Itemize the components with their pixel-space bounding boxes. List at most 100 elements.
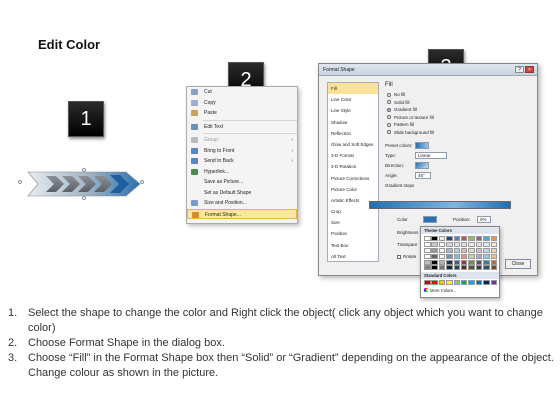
category-item[interactable]: Picture Color [328, 184, 378, 195]
color-swatch[interactable] [446, 236, 453, 241]
color-swatch[interactable] [424, 236, 431, 241]
chevron-shape[interactable] [18, 166, 144, 202]
color-swatch[interactable] [424, 280, 431, 286]
color-swatch[interactable] [475, 236, 483, 241]
color-swatch[interactable] [424, 241, 431, 247]
menu-item-cut[interactable]: Cut [187, 87, 297, 98]
color-swatch[interactable] [475, 241, 483, 247]
color-swatch[interactable] [490, 265, 498, 271]
menu-item-bring-to-front[interactable]: Bring to Front › [187, 146, 297, 157]
menu-item-paste[interactable]: Paste [187, 108, 297, 119]
color-swatch[interactable] [424, 259, 431, 265]
close-icon[interactable]: × [525, 66, 534, 73]
menu-item-hyperlink[interactable]: Hyperlink... [187, 167, 297, 178]
menu-item-format-shape[interactable]: Format Shape... [187, 208, 297, 219]
color-swatch[interactable] [453, 265, 461, 271]
category-item[interactable]: 3-D Rotation [328, 161, 378, 172]
color-swatch[interactable] [475, 253, 483, 259]
help-button[interactable]: ? [515, 66, 524, 73]
color-swatch[interactable] [468, 247, 475, 253]
color-swatch[interactable] [483, 253, 490, 259]
color-swatch[interactable] [475, 280, 483, 286]
color-swatch[interactable] [490, 236, 498, 241]
color-swatch[interactable] [446, 265, 453, 271]
color-swatch[interactable] [424, 265, 431, 271]
color-swatch[interactable] [490, 241, 498, 247]
color-swatch[interactable] [424, 247, 431, 253]
direction-dropdown[interactable] [415, 161, 429, 169]
color-swatch[interactable] [483, 241, 490, 247]
color-swatch[interactable] [460, 241, 468, 247]
color-swatch[interactable] [438, 253, 446, 259]
color-swatch[interactable] [446, 280, 453, 286]
position-input[interactable]: 0% [477, 216, 491, 223]
category-item[interactable]: Alt Text [328, 251, 378, 262]
gradient-stops-slider[interactable] [369, 201, 511, 209]
radio-solid-fill[interactable]: Solid fill [385, 99, 533, 107]
category-item[interactable]: Position [328, 228, 378, 239]
radio-picture-fill[interactable]: Picture or texture fill [385, 114, 533, 122]
selection-handle[interactable] [18, 180, 22, 184]
color-swatch[interactable] [460, 259, 468, 265]
color-swatch[interactable] [483, 247, 490, 253]
radio-gradient-fill[interactable]: Gradient fill [385, 106, 533, 114]
category-item[interactable]: Line Style [328, 105, 378, 116]
color-swatch[interactable] [453, 280, 461, 286]
menu-item-size-and-position[interactable]: Size and Position... [187, 198, 297, 209]
color-swatch[interactable] [460, 247, 468, 253]
rotate-checkbox[interactable] [397, 254, 401, 259]
color-swatch[interactable] [453, 247, 461, 253]
color-swatch[interactable] [460, 253, 468, 259]
color-swatch[interactable] [431, 241, 438, 247]
more-colors-item[interactable]: More Colors... [421, 286, 499, 293]
angle-input[interactable]: 45° [415, 171, 431, 179]
menu-item-copy[interactable]: Copy [187, 98, 297, 109]
menu-item-save-as-picture[interactable]: Save as Picture... [187, 177, 297, 188]
color-swatch[interactable] [438, 280, 446, 286]
type-select[interactable]: Linear [415, 151, 447, 159]
preset-colors-dropdown[interactable] [415, 141, 429, 149]
color-swatch[interactable] [453, 241, 461, 247]
color-swatch[interactable] [468, 265, 475, 271]
menu-item-group[interactable]: Group › [187, 135, 297, 146]
color-swatch[interactable] [438, 236, 446, 241]
color-swatch[interactable] [431, 259, 438, 265]
menu-item-send-to-back[interactable]: Send to Back › [187, 156, 297, 167]
color-swatch[interactable] [431, 265, 438, 271]
category-item[interactable]: 3-D Format [328, 150, 378, 161]
radio-pattern-fill[interactable]: Pattern fill [385, 121, 533, 129]
selection-handle[interactable] [140, 180, 144, 184]
color-swatch[interactable] [438, 265, 446, 271]
color-swatch[interactable] [468, 236, 475, 241]
category-item[interactable]: Line Color [328, 94, 378, 105]
close-button[interactable]: Close [505, 259, 531, 269]
color-swatch[interactable] [453, 253, 461, 259]
radio-no-fill[interactable]: No fill [385, 91, 533, 99]
color-swatch[interactable] [460, 236, 468, 241]
color-swatch[interactable] [475, 265, 483, 271]
color-swatch[interactable] [468, 253, 475, 259]
color-dropdown[interactable] [423, 216, 437, 223]
color-swatch[interactable] [483, 236, 490, 241]
menu-item-set-default-shape[interactable]: Set as Default Shape [187, 188, 297, 199]
color-swatch[interactable] [483, 280, 490, 286]
color-swatch[interactable] [438, 259, 446, 265]
color-swatch[interactable] [468, 259, 475, 265]
color-swatch[interactable] [438, 247, 446, 253]
selection-handle[interactable] [82, 196, 86, 200]
menu-item-edit-text[interactable]: Edit Text [187, 122, 297, 133]
color-swatch[interactable] [453, 259, 461, 265]
color-swatch[interactable] [483, 259, 490, 265]
category-item[interactable]: Fill [328, 83, 378, 95]
color-swatch[interactable] [431, 236, 438, 241]
color-swatch[interactable] [460, 280, 468, 286]
category-item[interactable]: Picture Corrections [328, 173, 378, 184]
color-swatch[interactable] [431, 280, 438, 286]
color-swatch[interactable] [460, 265, 468, 271]
color-swatch[interactable] [446, 253, 453, 259]
category-item[interactable]: Glow and Soft Edges [328, 139, 378, 150]
color-swatch[interactable] [446, 247, 453, 253]
color-swatch[interactable] [431, 253, 438, 259]
color-swatch[interactable] [490, 280, 498, 286]
color-swatch[interactable] [453, 236, 461, 241]
